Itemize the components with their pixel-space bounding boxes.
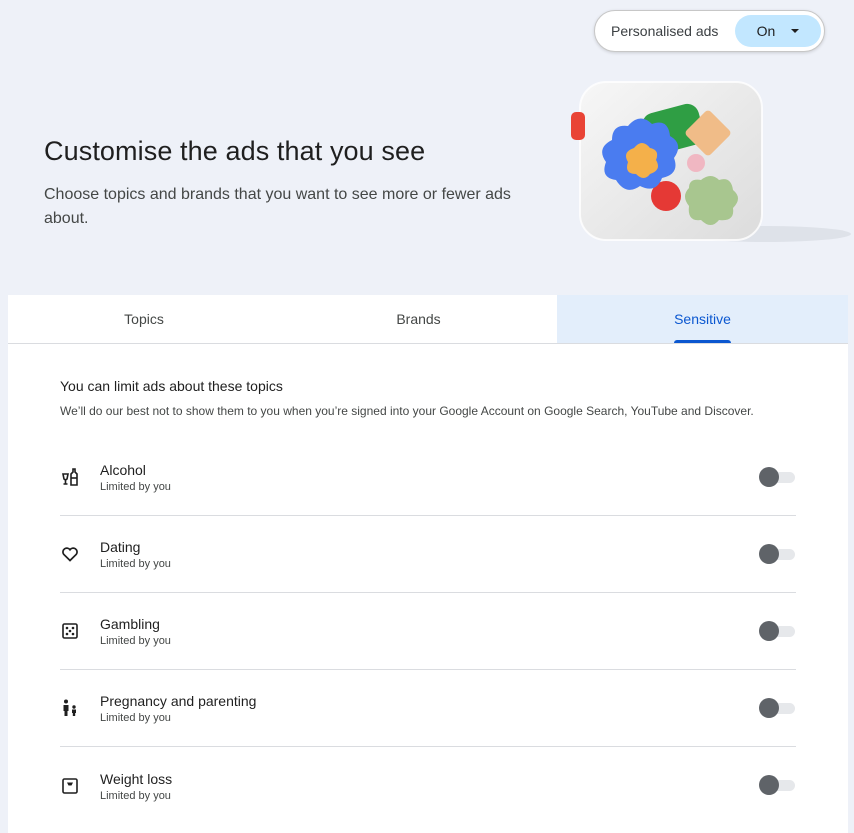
toggle-knob: [759, 544, 779, 564]
tab-brands[interactable]: Brands: [280, 295, 557, 343]
personalised-ads-control: Personalised ads On: [594, 10, 825, 52]
toggle-knob: [759, 698, 779, 718]
personalised-ads-value: On: [756, 23, 776, 39]
toggle-knob: [759, 621, 779, 641]
list-item-weight-loss: Weight loss Limited by you: [60, 747, 796, 824]
weight-loss-toggle[interactable]: [759, 775, 796, 795]
personalised-ads-label: Personalised ads: [611, 23, 719, 39]
parent-child-icon: [60, 696, 100, 720]
pregnancy-and-parenting-toggle[interactable]: [759, 698, 796, 718]
item-label: Pregnancy and parenting: [100, 693, 257, 709]
topic-tabs: Topics Brands Sensitive: [8, 295, 848, 344]
item-text: Alcohol Limited by you: [100, 461, 796, 493]
sensitive-topic-list: Alcohol Limited by you Dating Limited by…: [60, 439, 796, 824]
item-status: Limited by you: [100, 635, 171, 647]
item-label: Weight loss: [100, 770, 173, 787]
tab-label: Topics: [124, 311, 164, 327]
item-text: Weight loss Limited by you: [100, 770, 796, 802]
item-label: Dating: [100, 539, 141, 555]
page-subtitle: Choose topics and brands that you want t…: [44, 186, 511, 227]
scale-icon: [60, 774, 100, 798]
section-description: We’ll do our best not to show them to yo…: [60, 404, 754, 418]
dropdown-arrow-icon: [791, 29, 800, 33]
tab-sensitive[interactable]: Sensitive: [557, 295, 848, 343]
alcohol-icon: [60, 465, 100, 489]
list-item-dating: Dating Limited by you: [60, 516, 796, 593]
heart-icon: [60, 542, 100, 566]
gambling-toggle[interactable]: [759, 621, 796, 641]
list-item-gambling: Gambling Limited by you: [60, 593, 796, 670]
tab-label: Sensitive: [674, 311, 731, 327]
item-label: Gambling: [100, 616, 160, 632]
tab-label: Brands: [396, 311, 441, 327]
active-tab-indicator: [674, 340, 731, 343]
toggle-knob: [759, 467, 779, 487]
item-status: Limited by you: [100, 712, 171, 724]
item-status: Limited by you: [100, 789, 171, 802]
item-status: Limited by you: [100, 558, 171, 570]
section-title: You can limit ads about these topics: [60, 378, 283, 394]
sensitive-panel: Topics Brands Sensitive You can limit ad…: [8, 295, 848, 833]
personalised-ads-dropdown[interactable]: On: [735, 15, 821, 47]
item-text: Dating Limited by you: [100, 538, 796, 570]
dating-toggle[interactable]: [759, 544, 796, 564]
list-item-alcohol: Alcohol Limited by you: [60, 439, 796, 516]
page-title: Customise the ads that you see: [44, 136, 426, 166]
ads-illustration: [571, 81, 851, 242]
toggle-knob: [759, 775, 779, 795]
item-text: Gambling Limited by you: [100, 615, 796, 647]
list-item-pregnancy-and-parenting: Pregnancy and parenting Limited by you: [60, 670, 796, 747]
dice-icon: [60, 619, 100, 643]
item-label: Alcohol: [100, 462, 146, 478]
alcohol-toggle[interactable]: [759, 467, 796, 487]
item-text: Pregnancy and parenting Limited by you: [100, 692, 796, 724]
tab-topics[interactable]: Topics: [8, 295, 280, 343]
item-status: Limited by you: [100, 481, 171, 493]
